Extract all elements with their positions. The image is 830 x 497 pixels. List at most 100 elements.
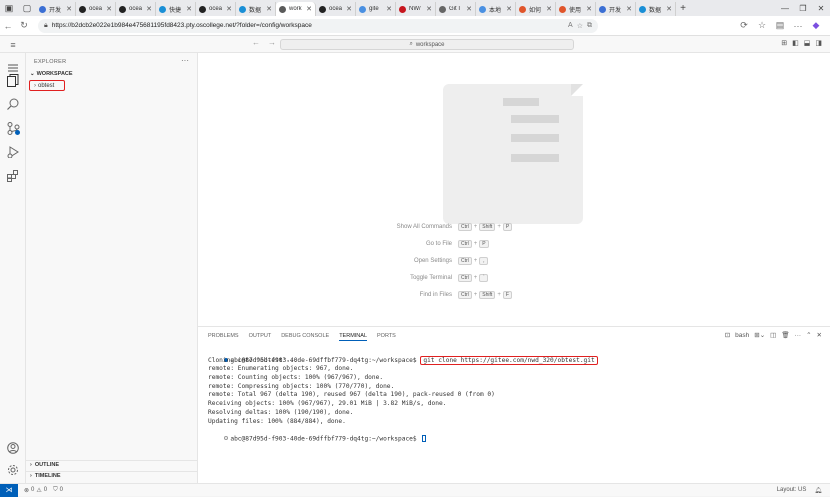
reload-icon[interactable]: ↻ <box>16 18 32 34</box>
tab-close-icon[interactable]: ✕ <box>506 5 512 13</box>
ports-status[interactable]: ⛉ 0 <box>53 487 63 494</box>
outline-section[interactable]: › OUTLINE <box>30 462 59 468</box>
account-icon[interactable] <box>0 437 26 459</box>
favorite-icon[interactable]: ☆ <box>577 22 583 30</box>
browser-tab[interactable]: 使用 ✕ <box>556 2 596 16</box>
browser-tab[interactable]: ocea ✕ <box>76 2 116 16</box>
tab-close-icon[interactable]: ✕ <box>426 5 432 13</box>
read-aloud-icon[interactable]: A <box>568 22 573 30</box>
problems-status[interactable]: ⊗ 0 ⚠ 0 <box>24 487 47 494</box>
ports-count: 0 <box>59 487 63 493</box>
explorer-sidebar: EXPLORER ··· ⌄ WORKSPACE › obtest › OUTL… <box>26 53 198 483</box>
tab-close-icon[interactable]: ✕ <box>626 5 632 13</box>
maximize-icon[interactable]: ❐ <box>794 4 812 13</box>
browser-tab[interactable]: 数据 ✕ <box>236 2 276 16</box>
browser-tab[interactable]: 本地 ✕ <box>476 2 516 16</box>
tab-close-icon[interactable]: ✕ <box>146 5 152 13</box>
explorer-icon[interactable] <box>0 69 26 91</box>
new-terminal-icon[interactable]: ⊞⌄ <box>754 331 765 339</box>
terminal-line: Updating files: 100% (884/884), done. <box>208 417 346 425</box>
kill-terminal-icon[interactable]: 🗑︎ <box>781 331 789 339</box>
tab-close-icon[interactable]: ✕ <box>306 5 312 13</box>
go-forward-icon[interactable]: → <box>268 38 276 47</box>
more-actions-icon[interactable]: ··· <box>795 332 802 339</box>
menu-icon[interactable]: ≡ <box>5 37 21 53</box>
run-debug-icon[interactable] <box>0 141 26 163</box>
browser-tab[interactable]: 开发 ✕ <box>36 2 76 16</box>
browser-toolbar: ← ↻ 🔒︎ https://b2dcb2e022e1b984e47568119… <box>0 16 830 36</box>
notifications-bell-icon[interactable]: 🔔︎ <box>814 487 822 494</box>
tab-close-icon[interactable]: ✕ <box>106 5 112 13</box>
customize-layout-icon[interactable]: ⊞ <box>781 39 787 47</box>
extensions-icon[interactable]: ⧉ <box>587 22 592 30</box>
browser-tab[interactable]: 数据 ✕ <box>636 2 676 16</box>
search-icon[interactable] <box>0 93 26 115</box>
new-tab-button[interactable]: + <box>676 3 690 14</box>
copilot-icon[interactable]: ◆ <box>808 18 824 34</box>
browser-tab[interactable]: Git I ✕ <box>436 2 476 16</box>
tab-close-icon[interactable]: ✕ <box>666 5 672 13</box>
terminal-prompt-line: abc@87d95d-f903-40de-69dffbf779-dq4tg:~/… <box>202 426 598 442</box>
toggle-secondary-sidebar-icon[interactable]: ◨ <box>815 39 822 47</box>
shortcut-row: Show All Commands Ctrl + Shift + P <box>338 223 513 231</box>
tab-close-icon[interactable]: ✕ <box>386 5 392 13</box>
panel-tab[interactable]: TERMINAL <box>339 333 367 341</box>
tab-close-icon[interactable]: ✕ <box>186 5 192 13</box>
toggle-sidebar-icon[interactable]: ◧ <box>792 39 799 47</box>
browser-tab[interactable]: gite ✕ <box>356 2 396 16</box>
tab-close-icon[interactable]: ✕ <box>226 5 232 13</box>
terminal-name[interactable]: bash <box>735 332 749 339</box>
source-control-icon[interactable] <box>0 117 26 139</box>
tab-close-icon[interactable]: ✕ <box>266 5 272 13</box>
remote-indicator-icon[interactable]: ⋊ <box>0 483 18 497</box>
command-center[interactable]: ⌕ workspace <box>280 39 574 50</box>
tab-close-icon[interactable]: ✕ <box>546 5 552 13</box>
browser-tab[interactable]: ocea ✕ <box>116 2 156 16</box>
more-icon[interactable]: ··· <box>790 18 806 34</box>
plus-separator: + <box>473 241 478 247</box>
tab-close-icon[interactable]: ✕ <box>466 5 472 13</box>
tab-close-icon[interactable]: ✕ <box>66 5 72 13</box>
terminal-output[interactable]: abc@87d95d-f903-40de-69dffbf779-dq4tg:~/… <box>202 348 598 442</box>
split-terminal-icon[interactable]: ◫ <box>770 331 776 339</box>
profile-icon[interactable]: ▣ <box>0 0 18 16</box>
go-back-icon[interactable]: ← <box>252 38 260 47</box>
timeline-section[interactable]: › TIMELINE <box>30 473 61 479</box>
keyboard-layout[interactable]: Layout: US <box>777 487 807 493</box>
favorites-icon[interactable]: ☆ <box>754 18 770 34</box>
maximize-panel-icon[interactable]: ⌃ <box>806 331 811 339</box>
tab-actions-icon[interactable]: ▢ <box>18 0 36 16</box>
panel-actions: ⊡ bash ⊞⌄ ◫ 🗑︎ ··· ⌃ ✕ <box>725 331 822 340</box>
settings-gear-icon[interactable] <box>0 459 26 481</box>
tab-label: ocea <box>209 6 223 12</box>
browser-tab[interactable]: work ✕ <box>276 2 316 16</box>
browser-tab[interactable]: 如何 ✕ <box>516 2 556 16</box>
browser-tab[interactable]: 开发 ✕ <box>596 2 636 16</box>
refresh-page-icon[interactable]: ⟳ <box>736 18 752 34</box>
collections-icon[interactable]: ▤ <box>772 18 788 34</box>
folder-obtest[interactable]: › obtest <box>29 80 65 91</box>
browser-tab[interactable]: 快捷 ✕ <box>156 2 196 16</box>
tab-favicon-icon <box>199 5 206 13</box>
browser-tab[interactable]: ocea ✕ <box>316 2 356 16</box>
toggle-panel-icon[interactable]: ⬓ <box>804 39 811 47</box>
panel-tab[interactable]: PORTS <box>377 333 396 341</box>
minimize-icon[interactable]: — <box>776 4 794 13</box>
extensions-icon[interactable] <box>0 165 26 187</box>
close-window-icon[interactable]: ✕ <box>812 4 830 13</box>
tab-close-icon[interactable]: ✕ <box>346 5 352 13</box>
back-icon[interactable]: ← <box>0 18 16 34</box>
workspace-section-header[interactable]: ⌄ WORKSPACE <box>30 71 73 77</box>
terminal-line: remote: Counting objects: 100% (967/967)… <box>208 374 384 382</box>
close-panel-icon[interactable]: ✕ <box>817 331 822 339</box>
panel-tab[interactable]: OUTPUT <box>249 333 272 341</box>
browser-tab[interactable]: NW/ ✕ <box>396 2 436 16</box>
tab-close-icon[interactable]: ✕ <box>586 5 592 13</box>
keycap: Shift <box>479 223 496 231</box>
address-bar[interactable]: 🔒︎ https://b2dcb2e022e1b984e475681195fd8… <box>38 18 598 33</box>
panel-tab[interactable]: DEBUG CONSOLE <box>281 333 329 341</box>
panel-tab[interactable]: PROBLEMS <box>208 333 239 341</box>
browser-tab[interactable]: ocea ✕ <box>196 2 236 16</box>
window-controls: — ❐ ✕ <box>776 4 830 13</box>
more-actions-icon[interactable]: ··· <box>181 56 189 65</box>
